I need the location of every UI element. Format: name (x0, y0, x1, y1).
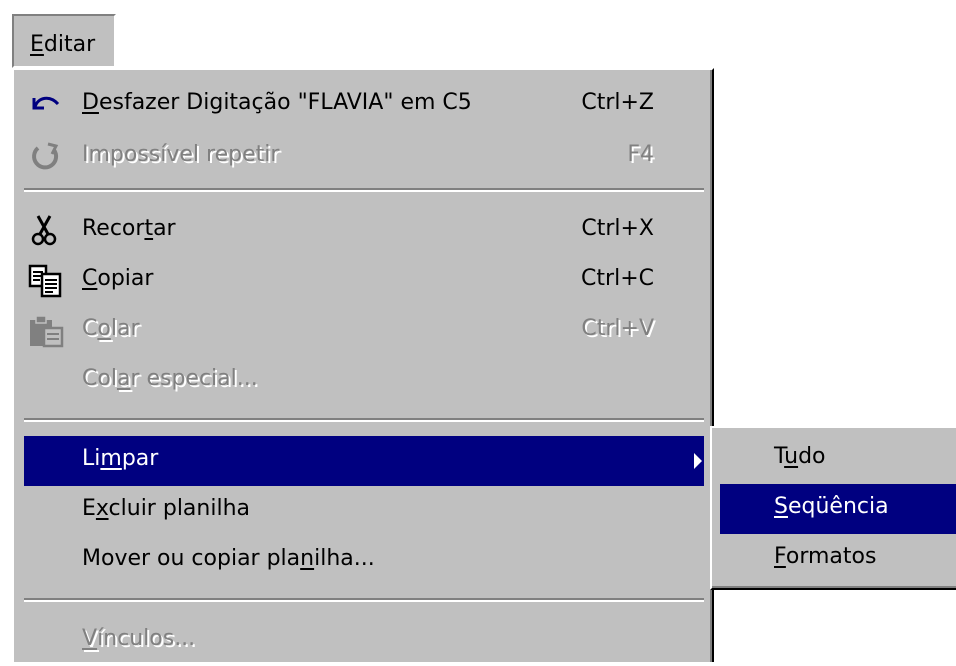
menubar-label-mnemonic: E (30, 32, 44, 57)
submenu-item-label-post: do (798, 444, 826, 469)
submenu-item-label-pre: T (774, 444, 785, 469)
edit-menu: Desfazer Digitação "FLAVIA" em C5 Ctrl+Z… (12, 68, 714, 662)
menu-item-links: Vínculos... (24, 616, 704, 666)
menu-item-mnemonic: t (144, 216, 154, 241)
submenu-item-mnemonic: F (774, 544, 786, 569)
menu-item-shortcut: Ctrl+V (581, 316, 654, 341)
submenu-item-mnemonic: S (774, 494, 788, 519)
copy-icon (28, 264, 64, 298)
clear-submenu: Tudo Seqüência Formatos (710, 426, 956, 590)
menu-item-label-pre: Mover ou copiar pla (82, 546, 301, 571)
menubar-label-post: ditar (43, 32, 96, 57)
scissors-icon (28, 214, 64, 248)
submenu-item-sequence[interactable]: Seqüência (720, 484, 956, 534)
menu-item-label-pre: C (82, 316, 98, 341)
menu-item-paste: Colar Ctrl+V (24, 306, 704, 356)
submenu-item-all[interactable]: Tudo (720, 434, 956, 484)
menu-item-label-post: par (121, 446, 159, 471)
menu-item-undo[interactable]: Desfazer Digitação "FLAVIA" em C5 Ctrl+Z (24, 80, 704, 130)
menu-item-mnemonic: n (300, 546, 315, 571)
menu-item-mnemonic: x (95, 496, 109, 521)
menu-item-mnemonic: C (82, 266, 98, 291)
undo-icon (28, 88, 64, 122)
menu-item-label-post: cluir planilha (108, 496, 250, 521)
submenu-item-label-post: eqüência (787, 494, 889, 519)
menu-separator (24, 418, 704, 422)
paste-icon (28, 314, 64, 348)
menu-item-label-post: opiar (97, 266, 154, 291)
menu-item-mnemonic: o (97, 316, 111, 341)
menu-item-label-pre: E (82, 496, 96, 521)
menu-item-label-post: Impossível repetir (82, 142, 280, 167)
menu-item-shortcut: F4 (627, 142, 654, 167)
menu-item-label-post: lar (110, 316, 140, 341)
redo-icon (28, 140, 64, 174)
submenu-arrow-icon (694, 453, 702, 469)
menu-item-shortcut: Ctrl+C (581, 266, 654, 291)
menu-item-label-pre: Li (82, 446, 101, 471)
menu-item-paste-special: Colar especial... (24, 356, 704, 406)
menu-separator (24, 598, 704, 602)
menu-item-mnemonic: V (82, 626, 98, 651)
menu-item-label-post: ar (153, 216, 176, 241)
menubar-editar[interactable]: Editar (12, 14, 116, 68)
menu-item-repeat: Impossível repetir F4 (24, 132, 704, 182)
menu-item-mnemonic: m (100, 446, 122, 471)
menu-item-label-post: r especial... (130, 366, 258, 391)
menu-item-label-post: ilha... (314, 546, 375, 571)
submenu-item-formats[interactable]: Formatos (720, 534, 956, 584)
menu-item-clear[interactable]: Limpar (24, 436, 704, 486)
menu-item-label-pre: Recor (82, 216, 145, 241)
menu-item-mnemonic: a (116, 366, 131, 391)
menu-item-label-pre: Col (82, 366, 117, 391)
menu-item-delete-sheet[interactable]: Excluir planilha (24, 486, 704, 536)
submenu-item-label-post: ormatos (785, 544, 877, 569)
menu-item-mnemonic: D (82, 90, 99, 115)
menu-item-label-post: ínculos... (97, 626, 196, 651)
menu-item-copy[interactable]: Copiar Ctrl+C (24, 256, 704, 306)
menu-item-move-copy-sheet[interactable]: Mover ou copiar planilha... (24, 536, 704, 586)
menu-item-shortcut: Ctrl+Z (581, 90, 654, 115)
menu-separator (24, 188, 704, 192)
menu-item-cut[interactable]: Recortar Ctrl+X (24, 206, 704, 256)
submenu-item-mnemonic: u (784, 444, 799, 469)
menu-item-label-post: esfazer Digitação "FLAVIA" em C5 (98, 90, 472, 115)
menu-item-shortcut: Ctrl+X (581, 216, 654, 241)
